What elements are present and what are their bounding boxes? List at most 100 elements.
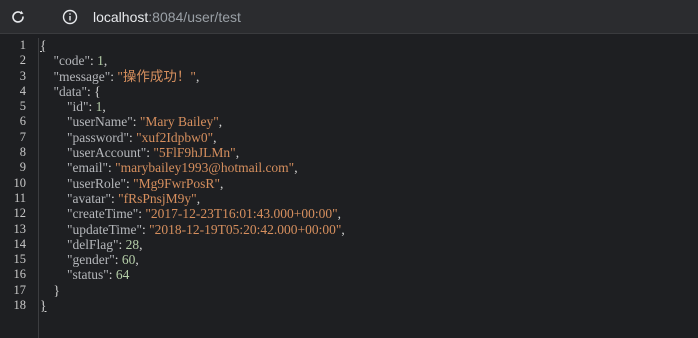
json-string-value: "marybailey1993@hotmail.com" <box>115 160 295 176</box>
json-key: "createTime" <box>67 206 139 222</box>
comma: , <box>139 236 143 252</box>
code-text: "delFlag": 28, <box>36 237 143 252</box>
code-line: 1{ <box>0 38 698 53</box>
json-string-value: "Mg9FwrPosR" <box>133 175 220 191</box>
comma: , <box>294 160 298 176</box>
json-viewer: 1{2 "code": 1, 3 "message": "操作成功！", 4 "da… <box>0 34 698 338</box>
comma: , <box>219 175 224 191</box>
json-number-value: 1 <box>97 53 104 69</box>
brace: { <box>40 38 47 53</box>
json-string-value: "2017-12-23T16:01:43.000+00:00" <box>145 206 338 222</box>
json-string-value: "2018-12-19T05:20:42.000+00:00" <box>149 221 342 237</box>
json-key: "gender" <box>67 252 115 268</box>
json-number-value: 64 <box>115 267 130 283</box>
code-line: 14 "delFlag": 28, <box>0 237 698 252</box>
code-line: 7 "password": "xuf2Idpbw0", <box>0 130 698 145</box>
brace: } <box>40 298 47 314</box>
brace: { <box>94 83 101 99</box>
code-text: "userRole": "Mg9FwrPosR", <box>36 176 223 191</box>
comma: , <box>135 252 139 268</box>
json-string-value: "xuf2Idpbw0" <box>136 129 214 145</box>
code-line: 18} <box>0 298 698 313</box>
code-line: 8 "userAccount": "5FlF9hJLMn", <box>0 145 698 160</box>
comma: , <box>102 99 106 115</box>
json-key: "message" <box>53 68 111 84</box>
json-key: "status" <box>67 267 109 283</box>
code-line: 11 "avatar": "fRsPnsjM9y", <box>0 191 698 206</box>
comma: , <box>337 206 342 222</box>
json-key: "data" <box>53 83 88 99</box>
json-number-value: 28 <box>125 236 140 252</box>
code-line: 15 "gender": 60, <box>0 252 698 267</box>
code-text: "message": "操作成功！", <box>36 68 200 84</box>
code-line: 2 "code": 1, <box>0 53 698 68</box>
code-text: "status": 64 <box>36 267 129 282</box>
url-path: :8084/user/test <box>148 9 241 25</box>
code-text: "gender": 60, <box>36 252 139 267</box>
code-line: 12 "createTime": "2017-12-23T16:01:43.00… <box>0 206 698 221</box>
json-string-value: "fRsPnsjM9y" <box>118 190 197 206</box>
code-text: "avatar": "fRsPnsjM9y", <box>36 191 200 206</box>
code-line: 10 "userRole": "Mg9FwrPosR", <box>0 176 698 191</box>
code-text: "updateTime": "2018-12-19T05:20:42.000+0… <box>36 222 345 237</box>
comma: , <box>218 114 223 130</box>
comma: , <box>195 68 200 84</box>
comma: , <box>103 53 108 69</box>
colon: : <box>88 99 96 115</box>
browser-toolbar: localhost:8084/user/test <box>0 0 698 34</box>
colon: : <box>108 267 116 283</box>
json-key: "avatar" <box>67 190 111 206</box>
json-string-value: "操作成功！" <box>117 68 196 84</box>
colon: : <box>114 252 122 268</box>
reload-icon[interactable] <box>8 7 28 27</box>
code-line: 6 "userName": "Mary Bailey", <box>0 114 698 129</box>
code-line: 3 "message": "操作成功！", <box>0 69 698 84</box>
code-text: "data": { <box>36 84 101 99</box>
code-text: "password": "xuf2Idpbw0", <box>36 130 217 145</box>
code-text: "code": 1, <box>36 53 108 69</box>
json-key: "userRole" <box>67 175 127 191</box>
colon: : <box>118 236 126 252</box>
site-info-icon[interactable] <box>60 7 80 27</box>
comma: , <box>213 129 217 145</box>
colon: : <box>132 114 140 130</box>
code-line: 9 "email": "marybailey1993@hotmail.com", <box>0 160 698 175</box>
code-text: "email": "marybailey1993@hotmail.com", <box>36 160 298 175</box>
address-bar-url[interactable]: localhost:8084/user/test <box>93 8 241 26</box>
code-text: "userName": "Mary Bailey", <box>36 114 222 129</box>
url-host: localhost <box>93 9 149 25</box>
code-text: "userAccount": "5FlF9hJLMn", <box>36 145 239 160</box>
code-line: 17 } <box>0 283 698 298</box>
code-line: 16 "status": 64 <box>0 267 698 282</box>
line-number-gutter <box>0 38 39 338</box>
comma: , <box>196 190 201 206</box>
code-text: } <box>36 283 60 298</box>
json-string-value: "5FlF9hJLMn" <box>153 145 236 161</box>
brace: } <box>53 282 60 298</box>
comma: , <box>235 145 240 161</box>
code-line: 4 "data": { <box>0 84 698 99</box>
json-key: "code" <box>53 53 91 69</box>
json-key: "password" <box>67 129 130 145</box>
json-key: "delFlag" <box>67 236 119 252</box>
json-string-value: "Mary Bailey" <box>139 114 219 130</box>
json-key: "userName" <box>67 114 133 130</box>
comma: , <box>341 221 345 237</box>
code-text: "id": 1, <box>36 99 106 114</box>
json-key: "id" <box>67 99 89 115</box>
json-key: "email" <box>67 160 109 176</box>
